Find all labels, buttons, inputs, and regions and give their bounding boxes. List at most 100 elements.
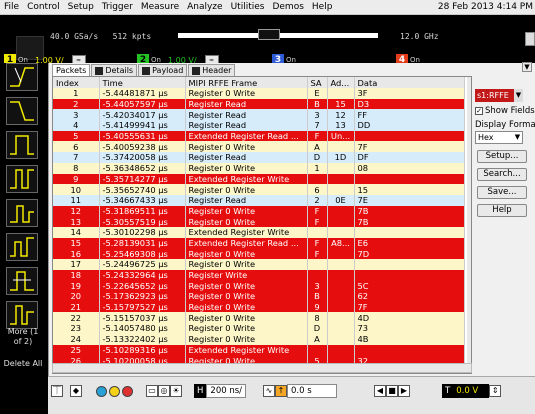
help-button[interactable]: Help xyxy=(477,204,527,217)
timeout-trigger-icon[interactable] xyxy=(6,301,38,329)
window-trigger-icon[interactable] xyxy=(6,233,38,261)
cell-frame: Register Read xyxy=(185,194,308,206)
menu-bar: File Control Setup Trigger Measure Analy… xyxy=(0,0,535,15)
cell-sa xyxy=(307,269,328,281)
show-fields-checkbox[interactable]: ✓ Show Fields xyxy=(475,106,535,116)
table-row[interactable]: 5 -5.40555631 μs Extended Register Read ..… xyxy=(53,130,465,142)
table-row[interactable]: 16 -5.25469308 μs Register 0 Write F 7D xyxy=(53,248,465,259)
cell-sa: 3 xyxy=(307,280,328,292)
display-format-label: Display Format xyxy=(475,120,535,130)
col-address[interactable]: Ad... xyxy=(327,77,355,88)
tab-packets[interactable]: Packets xyxy=(52,64,91,76)
details-icon xyxy=(95,66,104,75)
delay-value[interactable]: 0.0 s xyxy=(287,384,337,398)
panel-dock-button[interactable]: ▼ xyxy=(522,62,532,72)
pattern-trigger-icon[interactable] xyxy=(6,165,38,193)
menu-file[interactable]: File xyxy=(0,2,23,12)
table-row[interactable]: 23 -5.14057480 μs Register 0 Write D 73 xyxy=(53,323,465,334)
timebase-value[interactable]: 200 ns/ xyxy=(206,384,247,398)
cell-address: 0E xyxy=(327,194,355,206)
packets-table[interactable]: Index Time MIPI RFFE Frame SA Ad... Data… xyxy=(52,76,472,374)
zoom-stepper[interactable]: ◆ xyxy=(70,384,82,398)
table-row[interactable]: 8 -5.36348652 μs Register 0 Write 1 08 xyxy=(53,162,465,174)
navigation-controls[interactable]: ◀ ■ ▶ xyxy=(374,384,410,398)
col-data[interactable]: Data xyxy=(354,77,465,88)
cell-sa: 9 xyxy=(307,301,328,313)
col-sa[interactable]: SA xyxy=(307,77,328,88)
decode-source-value: s1:RFFE xyxy=(477,91,509,100)
table-row[interactable]: 10 -5.35652740 μs Register 0 Write 6 15 xyxy=(53,184,465,195)
cell-time: -5.31869511 μs xyxy=(99,205,186,217)
edge-trigger-rising-icon[interactable] xyxy=(6,63,38,91)
table-row[interactable]: 1 -5.44481871 μs Register 0 Write E 3F xyxy=(53,88,465,99)
menu-trigger[interactable]: Trigger xyxy=(98,2,137,12)
cell-index: 11 xyxy=(53,194,100,206)
table-row[interactable]: 15 -5.28139031 μs Extended Register Read .… xyxy=(53,237,465,249)
pulse-width-icon[interactable] xyxy=(6,131,38,159)
col-frame[interactable]: MIPI RFFE Frame xyxy=(185,77,308,88)
trigger-level-control[interactable]: T 0.0 V ⇕ xyxy=(442,384,502,398)
cell-address xyxy=(327,88,355,99)
setup-hold-icon[interactable] xyxy=(6,267,38,295)
table-row[interactable]: 7 -5.37420058 μs Register Read D 1D DF xyxy=(53,152,465,163)
search-button[interactable]: Search... xyxy=(477,168,527,181)
runt-trigger-icon[interactable] xyxy=(6,199,38,227)
table-row[interactable]: 21 -5.15797527 μs Register 0 Write 9 7F xyxy=(53,301,465,313)
col-time[interactable]: Time xyxy=(99,77,186,88)
table-row[interactable]: 22 -5.15157037 μs Register 0 Write 8 4D xyxy=(53,312,465,324)
menu-demos[interactable]: Demos xyxy=(268,2,307,12)
table-row[interactable]: 3 -5.42034017 μs Register Read 3 12 FF xyxy=(53,109,465,121)
table-row[interactable]: 17 -5.24496725 μs Register 0 Write xyxy=(53,259,465,270)
table-row[interactable]: 13 -5.30557519 μs Register 0 Write F 7B xyxy=(53,216,465,227)
color-grade-controls[interactable] xyxy=(96,384,135,398)
delay-control[interactable]: ∿ ↑ 0.0 s xyxy=(263,384,337,398)
table-row[interactable]: 20 -5.17362923 μs Register 0 Write B 62 xyxy=(53,291,465,302)
menu-analyze[interactable]: Analyze xyxy=(183,2,226,12)
display-format-select[interactable]: Hex ▼ xyxy=(475,131,523,144)
table-row[interactable]: 6 -5.40059238 μs Register 0 Write A 7F xyxy=(53,141,465,153)
display-tools[interactable]: ▭ ◎ ☀ xyxy=(146,384,182,398)
table-row[interactable]: 25 -5.10289316 μs Extended Register Write xyxy=(53,344,465,356)
menu-control[interactable]: Control xyxy=(23,2,64,12)
cell-address: 13 xyxy=(327,120,355,131)
decode-source-select[interactable]: s1:RFFE ▼ xyxy=(475,89,523,102)
tab-details[interactable]: Details xyxy=(91,64,138,76)
edge-trigger-falling-icon[interactable] xyxy=(6,97,38,125)
table-row[interactable]: 12 -5.31869511 μs Register 0 Write F 7B xyxy=(53,205,465,217)
cell-index: 13 xyxy=(53,216,100,227)
cell-time: -5.10289316 μs xyxy=(99,344,186,356)
table-row[interactable]: 4 -5.41499941 μs Register Read 7 13 DD xyxy=(53,120,465,131)
table-horizontal-scrollbar[interactable] xyxy=(52,363,472,373)
tab-details-label: Details xyxy=(105,66,134,75)
more-button[interactable]: More (1 of 2) xyxy=(3,327,43,347)
table-row[interactable]: 18 -5.24332964 μs Register Write xyxy=(53,269,465,281)
table-row[interactable]: 24 -5.13322402 μs Register 0 Write A 4B xyxy=(53,333,465,345)
tab-payload[interactable]: Payload xyxy=(138,64,188,76)
cell-time: -5.13322402 μs xyxy=(99,333,186,345)
table-row[interactable]: 9 -5.35714277 μs Extended Register Write xyxy=(53,173,465,185)
checkbox-icon: ✓ xyxy=(475,106,483,115)
timebase-control[interactable]: H 200 ns/ xyxy=(194,384,247,398)
markers-icon[interactable]: ⏉ xyxy=(51,384,63,398)
setup-button[interactable]: Setup... xyxy=(477,150,527,163)
save-button[interactable]: Save... xyxy=(477,186,527,199)
trigger-marker-icon: ↑ xyxy=(275,385,287,397)
cell-time: -5.36348652 μs xyxy=(99,162,186,174)
time-window-marker[interactable] xyxy=(258,29,280,40)
table-row[interactable]: 11 -5.34667433 μs Register Read 2 0E 7E xyxy=(53,194,465,206)
prev-icon: ◀ xyxy=(374,385,386,397)
tab-header[interactable]: Header xyxy=(188,64,236,76)
trigger-level-value[interactable]: 0.0 V xyxy=(453,384,490,398)
table-vertical-scrollbar[interactable] xyxy=(467,77,471,373)
col-index[interactable]: Index xyxy=(53,77,100,88)
table-row[interactable]: 2 -5.44057597 μs Register Read B 15 D3 xyxy=(53,98,465,110)
table-row[interactable]: 14 -5.30102298 μs Extended Register Write xyxy=(53,226,465,238)
cell-data: 7D xyxy=(354,248,465,259)
delete-all-button[interactable]: Delete All xyxy=(3,359,43,369)
minimize-button[interactable] xyxy=(525,32,535,46)
menu-setup[interactable]: Setup xyxy=(64,2,98,12)
menu-utilities[interactable]: Utilities xyxy=(227,2,269,12)
menu-help[interactable]: Help xyxy=(308,2,337,12)
menu-measure[interactable]: Measure xyxy=(137,2,183,12)
table-row[interactable]: 19 -5.22645652 μs Register 0 Write 3 5C xyxy=(53,280,465,292)
